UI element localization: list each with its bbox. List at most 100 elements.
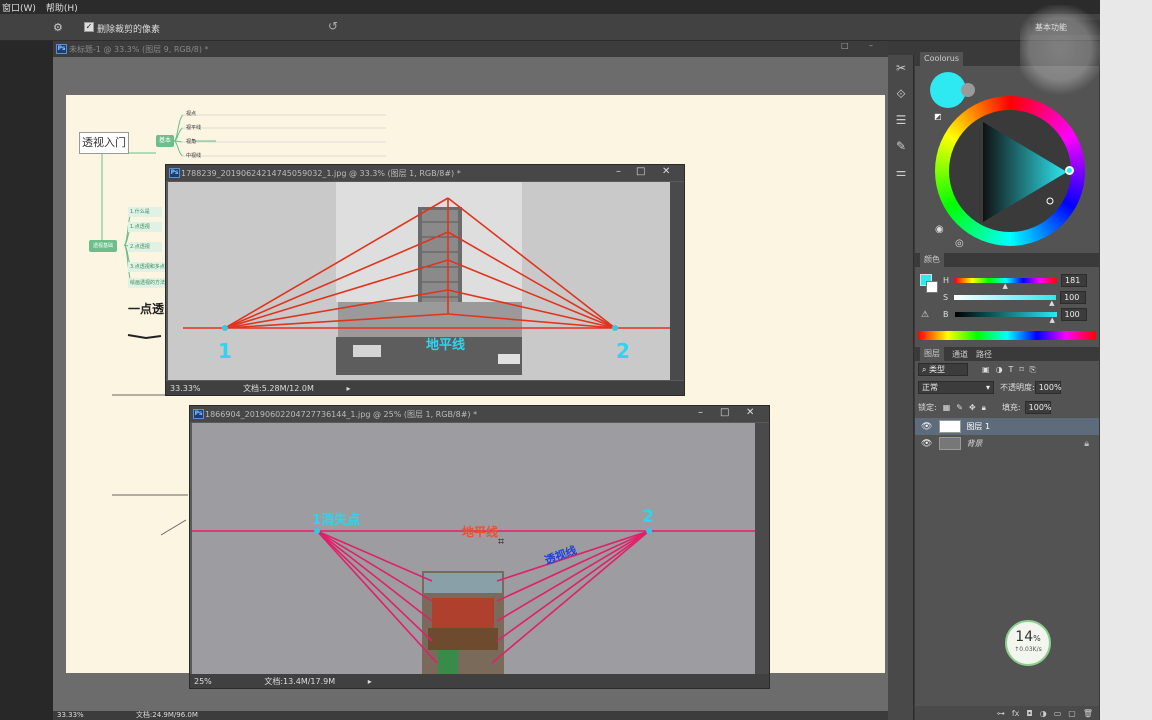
doc-window-1[interactable]: Ps 1788239_20190624214745059032_1.jpg @ … <box>165 164 685 396</box>
adjust-icon[interactable]: ⚌ <box>888 159 914 185</box>
coolorus-tab[interactable]: Coolorus <box>920 52 964 66</box>
b-handle[interactable]: ▲ <box>1050 317 1055 324</box>
layer-filter-select[interactable]: ⌕ 类型 <box>918 363 968 376</box>
minimize-icon[interactable]: – <box>698 407 703 418</box>
color-spectrum-ramp[interactable] <box>918 331 1096 340</box>
filter-type-icon[interactable]: T <box>1009 365 1014 374</box>
layer-name[interactable]: 图层 1 <box>966 421 990 432</box>
main-zoom[interactable]: 33.33% <box>57 711 84 719</box>
window-1-title: 1788239_20190624214745059032_1.jpg @ 33.… <box>181 169 461 178</box>
fill-value[interactable]: 100% <box>1024 401 1052 414</box>
color-wheel[interactable] <box>935 96 1085 246</box>
play-icon[interactable]: ▸ <box>368 677 372 686</box>
color-tabbar: 颜色 <box>915 253 1099 267</box>
menu-window[interactable]: 窗口(W) <box>0 1 44 14</box>
menu-help[interactable]: 帮助(H) <box>44 1 86 14</box>
layer-row[interactable]: 👁︎ 背景 🔒︎ <box>915 435 1099 452</box>
main-doc-info: 文档:24.9M/96.0M <box>135 711 198 719</box>
eye-icon[interactable]: 👁︎ <box>921 439 932 449</box>
swap-colors-icon[interactable]: ◩ <box>934 112 942 121</box>
mindmap-b-item: 绘画透视的方法 <box>128 278 166 288</box>
tools-icon[interactable]: ✂ <box>888 55 914 81</box>
minimize-icon[interactable]: – <box>616 166 621 177</box>
filter-shape-icon[interactable]: ⌑ <box>1019 365 1023 374</box>
filter-pixel-icon[interactable]: ▣ <box>982 365 990 374</box>
b-slider[interactable]: ▲ <box>954 312 1057 324</box>
group-icon[interactable]: ▭ <box>1054 709 1062 718</box>
eye-icon[interactable]: 👁︎ <box>921 422 932 432</box>
brush-preset-icon[interactable]: ⟐ <box>888 81 914 107</box>
coolorus-option-icon[interactable]: ◎ <box>955 238 964 249</box>
color-triangle[interactable] <box>949 110 1071 232</box>
reset-icon[interactable]: ↺ <box>328 19 338 33</box>
play-icon[interactable]: ▸ <box>346 384 350 393</box>
coolorus-mode-icon[interactable]: ◉ <box>935 224 944 235</box>
h-handle[interactable]: ▲ <box>1003 283 1008 290</box>
adjustment-layer-icon[interactable]: ◑ <box>1040 709 1047 718</box>
trash-icon[interactable]: 🗑︎ <box>1083 709 1093 718</box>
blend-mode-select[interactable]: 正常 ▾ <box>918 381 994 394</box>
window-2-scrollbar[interactable] <box>755 423 769 676</box>
maximize-icon[interactable]: □ <box>841 41 849 50</box>
tab-paths[interactable]: 路径 <box>976 349 992 360</box>
color-bg-square[interactable] <box>926 281 938 293</box>
main-doc-tab[interactable]: Ps 未标题-1 @ 33.3% (图层 9, RGB/8) * – □ <box>53 41 888 57</box>
crop-cursor-icon: ⌗ <box>498 535 505 548</box>
ps-doc-icon: Ps <box>193 409 204 419</box>
s-label: S <box>943 293 949 302</box>
maximize-icon[interactable]: □ <box>720 407 729 418</box>
lock-paint-icon[interactable]: ✎ <box>956 403 963 412</box>
window-2-canvas[interactable]: 1消失点 2 地平线 透视线 ⌗ <box>192 423 755 676</box>
hue-handle[interactable] <box>1065 166 1074 175</box>
window-1-scrollbar[interactable] <box>670 182 684 380</box>
b-value[interactable]: 100 <box>1060 308 1087 321</box>
h-slider[interactable]: ▲ <box>955 278 1058 290</box>
main-status-bar: 33.33% 文档:24.9M/96.0M <box>53 711 888 720</box>
window-1-titlebar[interactable]: Ps 1788239_20190624214745059032_1.jpg @ … <box>166 165 684 181</box>
filter-smart-icon[interactable]: ⎘ <box>1030 365 1036 375</box>
warning-icon: ⚠ <box>921 310 930 320</box>
history-icon[interactable]: ☰ <box>888 107 914 133</box>
brush-icon[interactable]: ✎ <box>888 133 914 159</box>
mindmap-root: 透视入门 <box>79 132 129 154</box>
net-speed: ↑0.03K/s <box>1014 646 1042 653</box>
tab-layers[interactable]: 图层 <box>920 347 944 361</box>
lock-transparency-icon[interactable]: ▦ <box>943 403 951 412</box>
new-layer-icon[interactable]: ▢ <box>1068 709 1076 718</box>
layer-name[interactable]: 背景 <box>966 438 982 449</box>
link-layers-icon[interactable]: ⊶ <box>997 709 1005 718</box>
doc-window-2[interactable]: Ps 1866904_20190602204727736144_1.jpg @ … <box>189 405 770 689</box>
net-percent: 14 <box>1015 629 1034 645</box>
net-monitor: 14% ↑0.03K/s <box>1005 620 1051 666</box>
b-label: B <box>943 310 949 319</box>
filter-adjust-icon[interactable]: ◑ <box>996 365 1003 374</box>
window-2-status-bar: 25% 文档:13.4M/17.9M ▸ <box>190 674 769 688</box>
opacity-value[interactable]: 100% <box>1034 381 1062 394</box>
window-2-title: 1866904_20190602204727736144_1.jpg @ 25%… <box>205 410 478 419</box>
color-tab[interactable]: 颜色 <box>920 253 944 267</box>
lock-all-icon[interactable]: 🔒︎ <box>982 403 986 413</box>
window-1-canvas[interactable]: 1 2 地平线 <box>168 182 670 380</box>
net-unit: % <box>1033 634 1041 643</box>
s-slider[interactable]: ▲ <box>954 295 1057 307</box>
h-value[interactable]: 181 <box>1061 274 1088 287</box>
window-2-titlebar[interactable]: Ps 1866904_20190602204727736144_1.jpg @ … <box>190 406 769 422</box>
close-icon[interactable]: ✕ <box>746 407 754 418</box>
bg-color-swatch[interactable] <box>961 83 975 97</box>
opacity-label: 不透明度: <box>1000 383 1035 392</box>
s-handle[interactable]: ▲ <box>1049 300 1054 307</box>
lock-move-icon[interactable]: ✥ <box>969 403 976 412</box>
delete-cropped-checkbox[interactable]: ✓ <box>84 22 94 32</box>
window-2-zoom[interactable]: 25% <box>194 677 212 686</box>
layer-row[interactable]: 👁︎ 图层 1 <box>915 418 1099 435</box>
s-value[interactable]: 100 <box>1060 291 1087 304</box>
fx-icon[interactable]: fx <box>1012 709 1020 718</box>
tab-channels[interactable]: 通道 <box>952 349 968 360</box>
layer-thumbnail <box>939 420 962 433</box>
minimize-icon[interactable]: – <box>869 41 873 50</box>
window-1-zoom[interactable]: 33.33% <box>170 384 201 393</box>
maximize-icon[interactable]: □ <box>636 166 645 177</box>
mask-icon[interactable]: ◘ <box>1026 709 1032 718</box>
close-icon[interactable]: ✕ <box>662 166 670 177</box>
gear-icon[interactable]: ⚙ <box>53 21 65 34</box>
